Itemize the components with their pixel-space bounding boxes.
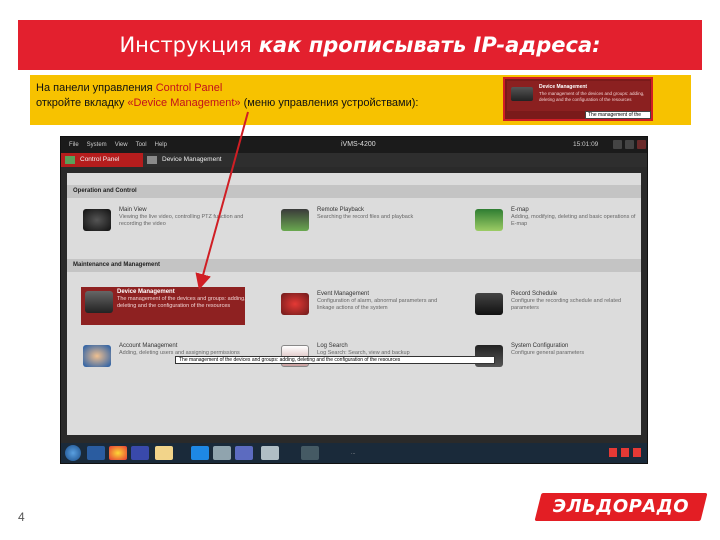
eldorado-logo: ЭЛЬДОРАДО bbox=[534, 493, 708, 521]
page-number: 4 bbox=[18, 510, 25, 524]
pointer-arrow bbox=[195, 111, 249, 290]
